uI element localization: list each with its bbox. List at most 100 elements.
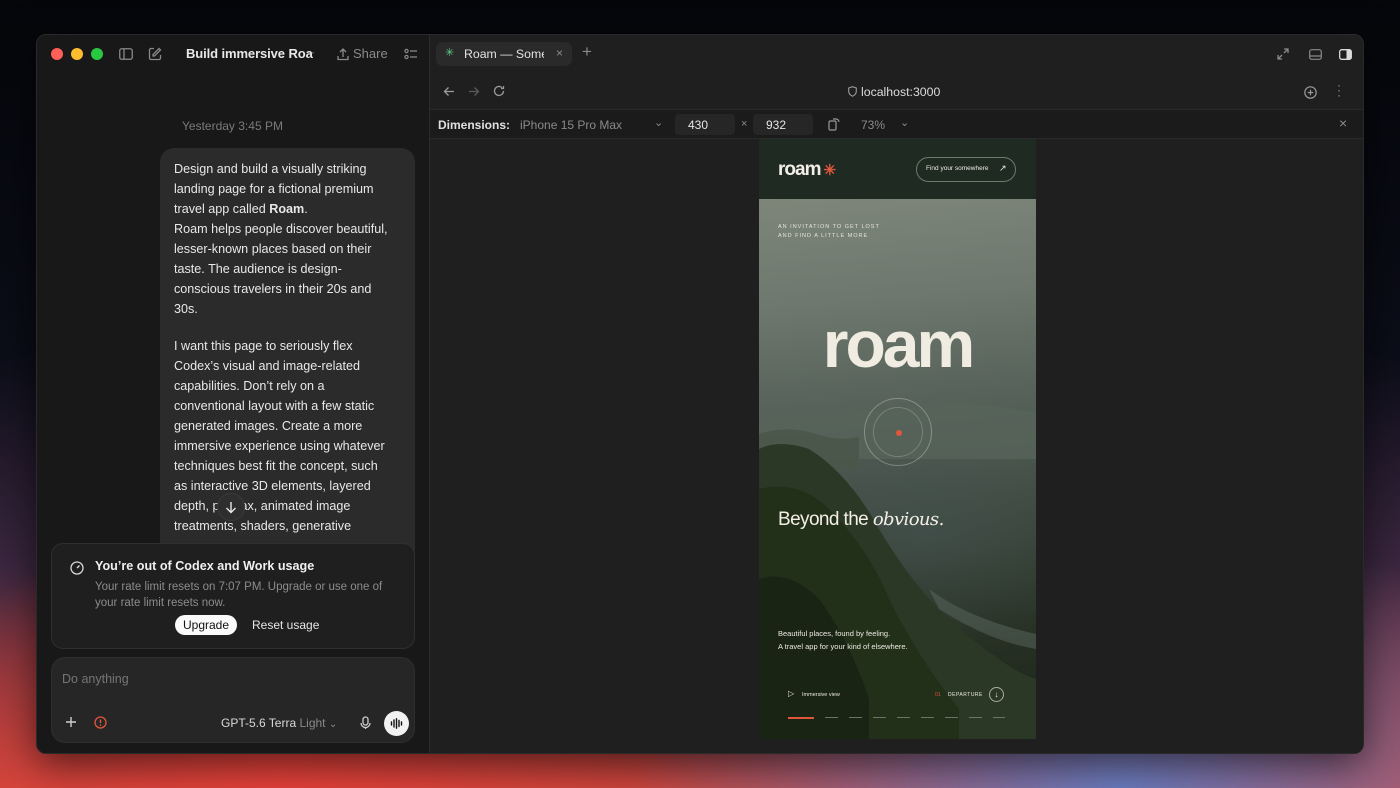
message-line: generated images. Create a more [174,419,363,433]
message-line: conventional layout with a few static [174,399,375,413]
composer: GPT-5.6 Terra Light ⌄ [51,657,415,743]
message-line: immersive experience using whatever [174,439,385,453]
thread-title[interactable]: Build immersive Roa [186,46,313,61]
dimensions-label: Dimensions: [438,118,511,132]
browser-panel: ✳ Roam — Some × + localhost:3000 · · · D… [430,35,1363,753]
width-value: 430 [688,118,709,132]
share-icon [336,47,350,61]
message-line: conscious travelers in their 20s and [174,282,372,296]
message-line: lesser-known places based on their [174,242,372,256]
message-line: landing page for a fictional premium [174,182,374,196]
hero-subtitle: Beautiful places, found by feeling. A tr… [778,629,908,651]
message-timestamp: Yesterday 3:45 PM [182,119,283,133]
forward-arrow-icon[interactable] [467,84,481,98]
sidebar-toggle-icon[interactable] [117,46,135,62]
hero-wordmark: roam [822,307,975,381]
message-line: Roam helps people discover beautiful, [174,222,388,236]
play-icon[interactable]: ▷ [788,689,794,698]
voice-mode-button[interactable] [384,711,409,736]
user-message: Design and build a visually striking lan… [160,148,415,568]
minimize-window-button[interactable] [71,48,83,60]
back-arrow-icon[interactable] [442,84,456,98]
address-bar[interactable]: localhost:3000 [861,85,940,99]
more-options-icon[interactable]: ·· [307,45,315,59]
shield-icon [846,85,858,97]
message-line: depth, p ax, animated image [174,499,351,513]
arrow-up-right-icon: ↗ [999,163,1007,173]
site-header: roam ✳ Find your somewhere ↗ [759,139,1036,199]
model-name: GPT-5.6 Terra [221,716,297,730]
close-window-button[interactable] [51,48,63,60]
zoom-select[interactable]: 73% [861,118,885,132]
warning-icon[interactable] [93,715,107,729]
message-line: taste. The audience is design- [174,262,342,276]
close-tab-icon[interactable]: × [556,46,563,60]
new-tab-icon[interactable]: + [582,42,592,62]
asterisk-logo-icon: ✳ [823,162,837,179]
chevron-down-icon[interactable]: ⌄ [900,116,909,129]
arrow-down-icon [226,501,236,513]
prompt-input[interactable] [62,670,392,688]
browser-tab[interactable]: ✳ Roam — Some × [436,42,572,66]
tab-title: Roam — Some [464,47,544,61]
chevron-down-icon: ⌄ [328,719,338,730]
message-line: treatments, shaders, generative [174,519,352,533]
more-vertical-icon[interactable]: · · · [1336,79,1342,101]
codex-favicon-icon: ✳ [445,47,455,59]
location-dot [896,430,902,436]
alert-body: Your rate limit resets on 7:07 PM. Upgra… [95,581,383,609]
close-toolbar-icon[interactable]: × [1339,115,1347,131]
hero-tagline: Beyond the obvious. [778,509,944,530]
chat-panel: Build immersive Roa ·· Share Yesterday 3… [37,35,430,753]
message-line: 30s. [174,302,198,316]
message-line: capabilities. Don’t rely on a [174,379,325,393]
waveform-icon [390,718,403,729]
progress-segments [825,717,1005,718]
app-window: Build immersive Roa ·· Share Yesterday 3… [36,34,1364,754]
new-chat-icon[interactable] [146,45,164,63]
section-index: 01 [935,692,941,698]
app-name-bold: Roam [269,202,305,216]
hero-section: AN INVITATION TO GET LOST AND FIND A LIT… [759,199,1036,739]
expand-icon[interactable] [1275,46,1291,62]
device-viewport: roam ✳ Find your somewhere ↗ AN INVITATI… [759,139,1036,739]
microphone-icon[interactable] [358,715,372,731]
message-line: as interactive 3D elements, layered [174,479,371,493]
width-input[interactable]: 430 [675,114,735,135]
device-toolbar: Dimensions: iPhone 15 Pro Max ⌄ 430 × 93… [430,109,1363,139]
gauge-icon [69,560,85,576]
message-line: travel app called Roam. [174,202,308,216]
immersive-view-link[interactable]: Immersive view [802,692,840,698]
checklist-icon[interactable] [403,46,419,62]
message-line: I want this page to seriously flex [174,339,353,353]
explore-ring[interactable] [864,398,932,466]
add-attachment-icon[interactable] [64,715,78,729]
height-value: 932 [766,118,787,132]
bottom-panel-icon[interactable] [1307,46,1323,62]
reload-icon[interactable] [492,84,506,98]
message-line: techniques best fit the concept, such [174,459,378,473]
height-input[interactable]: 932 [753,114,813,135]
right-panel-icon[interactable] [1337,46,1353,62]
share-button[interactable]: Share [353,46,388,61]
zoom-window-button[interactable] [91,48,103,60]
alert-title: You’re out of Codex and Work usage [95,559,315,573]
upgrade-button[interactable]: Upgrade [175,615,238,635]
scroll-down-icon[interactable]: ↓ [989,687,1004,702]
site-logo[interactable]: roam ✳ [778,159,836,181]
cta-label: Find your somewhere [926,165,989,172]
departure-label: DEPARTURE [948,692,983,698]
usage-limit-alert: You’re out of Codex and Work usage Your … [51,543,415,649]
times-sign: × [741,118,748,130]
add-bookmark-icon[interactable] [1302,84,1318,100]
progress-segment-active [788,717,814,719]
message-line: Codex’s visual and image-related [174,359,360,373]
scroll-down-button[interactable] [217,493,245,521]
device-select[interactable]: iPhone 15 Pro Max [520,118,622,132]
reset-usage-button[interactable]: Reset usage [252,618,319,632]
model-selector[interactable]: GPT-5.6 Terra Light ⌄ [221,716,337,730]
chevron-down-icon[interactable]: ⌄ [654,116,663,129]
rotate-device-icon[interactable] [827,117,841,131]
find-somewhere-button[interactable]: Find your somewhere ↗ [916,157,1016,182]
message-line: Design and build a visually striking [174,162,367,176]
